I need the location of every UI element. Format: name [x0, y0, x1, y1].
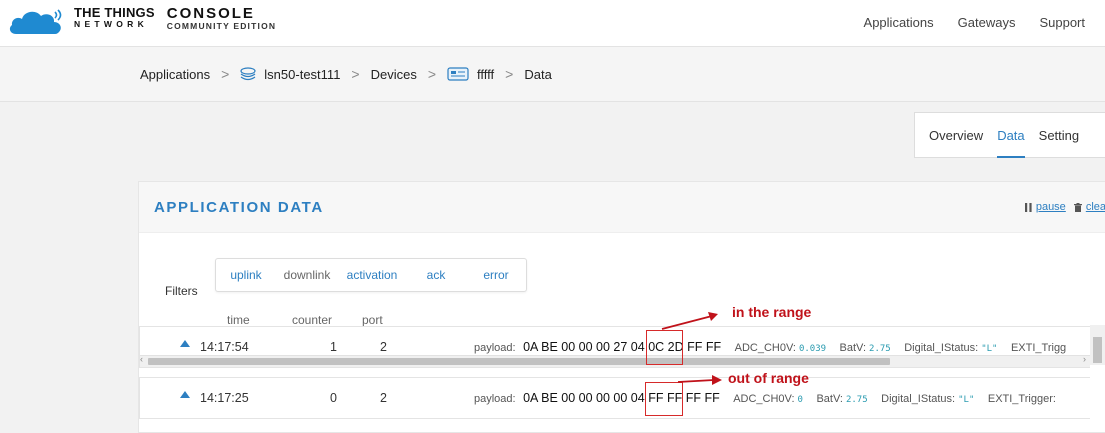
digital-status-value: "L": [981, 344, 998, 354]
column-time: time: [227, 313, 250, 327]
filter-downlink[interactable]: downlink: [276, 259, 338, 291]
panel-title: APPLICATION DATA: [154, 199, 324, 216]
scrollbar-thumb[interactable]: [148, 358, 890, 365]
table-row[interactable]: 14:17:25 0 2 payload: 0A BE 00 00 00 00 …: [139, 377, 1090, 419]
breadcrumb-data: Data: [524, 66, 552, 82]
annotation-in-range: in the range: [732, 304, 812, 320]
adc-label: ADC_CH0V:: [734, 342, 796, 354]
exti-label: EXTI_Trigg: [1010, 342, 1067, 354]
nav-gateways[interactable]: Gateways: [958, 15, 1016, 30]
payload-hex: 0A BE 00 00 00 00 04: [523, 391, 645, 405]
ttn-logo[interactable]: THE THINGS NETWORK CONSOLE COMMUNITY EDI…: [8, 6, 276, 36]
column-port: port: [362, 313, 383, 327]
red-arrow-icon: [661, 312, 718, 330]
digital-status-value: "L": [958, 395, 975, 405]
payload-hex-end: FF FF: [685, 391, 720, 405]
scroll-left-icon[interactable]: ‹: [140, 354, 143, 364]
trash-icon: [1073, 202, 1082, 212]
layers-icon: [240, 67, 256, 81]
vertical-scrollbar-thumb[interactable]: [1093, 337, 1102, 363]
brand-line2: NETWORK: [74, 19, 149, 29]
payload-label: payload:: [474, 393, 516, 405]
batv-value: 2.75: [845, 395, 868, 405]
panel-actions: pause clea: [1024, 201, 1105, 213]
pause-button[interactable]: pause: [1024, 201, 1066, 213]
filter-ack[interactable]: ack: [406, 259, 466, 291]
filter-activation[interactable]: activation: [338, 259, 406, 291]
brand-line1: THE THINGS: [74, 5, 155, 20]
device-tabs: Overview Data Setting: [914, 112, 1105, 158]
tab-overview[interactable]: Overview: [915, 128, 983, 143]
row-port: 2: [380, 391, 387, 405]
tab-data[interactable]: Data: [983, 128, 1026, 158]
payload-hex: 0A BE 00 00 00 27 04: [523, 340, 645, 354]
scroll-right-icon[interactable]: ›: [1083, 354, 1086, 364]
adc-value: 0: [797, 395, 803, 405]
horizontal-scrollbar[interactable]: ‹ ›: [140, 354, 1090, 367]
digital-status-label: Digital_IStatus:: [881, 393, 956, 405]
breadcrumb-applications[interactable]: Applications: [140, 67, 210, 82]
breadcrumb: Applications > lsn50-test111 > Devices >…: [140, 66, 552, 82]
exti-label: EXTI_Trigger:: [987, 393, 1056, 405]
nav-applications[interactable]: Applications: [864, 15, 934, 30]
vertical-scrollbar[interactable]: [1090, 325, 1105, 365]
breadcrumb-devices[interactable]: Devices: [371, 67, 417, 82]
breadcrumb-separator: >: [221, 66, 230, 82]
breadcrumb-separator: >: [351, 66, 360, 82]
payload-hex-end: FF FF: [687, 340, 722, 354]
batv-value: 2.75: [869, 344, 891, 354]
row-counter: 1: [330, 340, 337, 354]
row-time: 14:17:25: [200, 391, 249, 405]
device-icon: [447, 66, 469, 82]
expand-arrow-icon[interactable]: [180, 340, 190, 347]
filters-label: Filters: [165, 284, 198, 298]
breadcrumb-bar: Applications > lsn50-test111 > Devices >…: [0, 47, 1105, 102]
row-counter: 0: [330, 391, 337, 405]
adc-label: ADC_CH0V:: [733, 393, 795, 405]
batv-label: BatV:: [839, 342, 867, 354]
pause-label: pause: [1035, 201, 1066, 213]
panel-header: APPLICATION DATA pause clea: [139, 182, 1105, 233]
row-time: 14:17:54: [200, 340, 249, 354]
breadcrumb-device[interactable]: fffff: [477, 67, 494, 82]
red-arrow-icon: [677, 375, 722, 385]
clear-label: clea: [1085, 201, 1105, 213]
filter-uplink[interactable]: uplink: [216, 259, 276, 291]
annotation-out-of-range: out of range: [728, 370, 809, 386]
row-payload: payload: 0A BE 00 00 00 00 04 FF FF FF F…: [474, 391, 1056, 405]
column-counter: counter: [292, 313, 333, 327]
console-title: CONSOLE COMMUNITY EDITION: [167, 6, 277, 31]
payload-label: payload:: [474, 342, 516, 354]
table-row[interactable]: 14:17:54 1 2 payload: 0A BE 00 00 00 27 …: [139, 326, 1090, 368]
brand-name: THE THINGS NETWORK: [74, 6, 155, 29]
breadcrumb-separator: >: [427, 66, 437, 82]
clear-button[interactable]: clea: [1073, 201, 1105, 213]
application-data-panel: APPLICATION DATA pause clea Filters upli…: [138, 181, 1105, 433]
pause-icon: [1024, 202, 1032, 212]
top-bar: THE THINGS NETWORK CONSOLE COMMUNITY EDI…: [0, 0, 1105, 47]
tab-settings[interactable]: Setting: [1025, 128, 1079, 143]
cloud-logo-icon: [9, 9, 62, 34]
filter-error[interactable]: error: [466, 259, 526, 291]
expand-arrow-icon[interactable]: [180, 391, 190, 398]
breadcrumb-application[interactable]: lsn50-test111: [264, 67, 340, 82]
console-title-text: CONSOLE: [166, 5, 255, 22]
console-edition: COMMUNITY EDITION: [166, 21, 277, 31]
main-nav: Applications Gateways Support: [864, 15, 1085, 30]
row-port: 2: [380, 340, 387, 354]
nav-support[interactable]: Support: [1039, 15, 1085, 30]
highlight-box-in-range: [646, 330, 683, 365]
batv-label: BatV:: [816, 393, 843, 405]
digital-status-label: Digital_IStatus:: [904, 342, 979, 354]
breadcrumb-separator: >: [505, 66, 514, 82]
row-payload: payload: 0A BE 00 00 00 27 04 0C 2D FF F…: [474, 340, 1066, 354]
filter-group: uplink downlink activation ack error: [215, 258, 527, 292]
adc-value: 0.039: [798, 344, 827, 354]
